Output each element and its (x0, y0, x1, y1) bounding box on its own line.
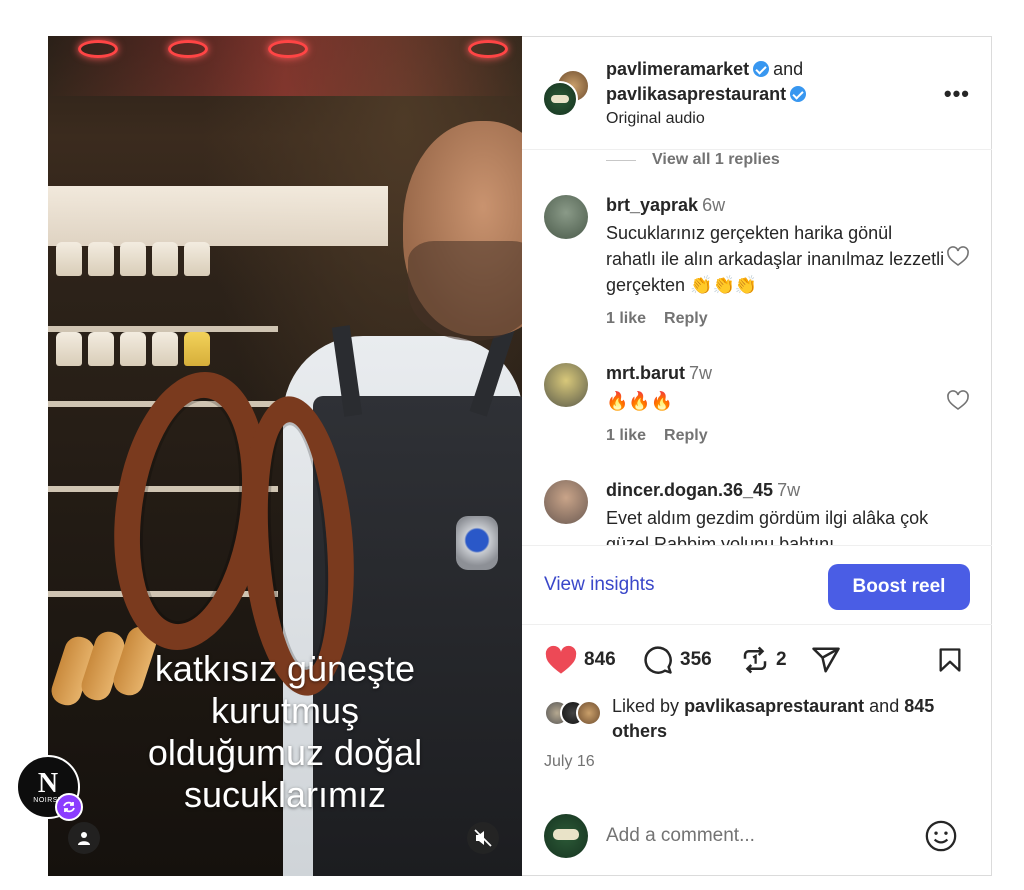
liked-by-user[interactable]: pavlikasaprestaurant (684, 696, 864, 716)
and-text: and (773, 59, 804, 79)
post-panel: pavlimeramarket and pavlikasaprestaurant … (522, 36, 992, 876)
emoji-icon[interactable] (924, 819, 958, 853)
verified-icon (790, 86, 807, 102)
person-icon (78, 832, 90, 845)
insights-bar: View insights Boost reel (522, 545, 992, 625)
view-insights-link[interactable]: View insights (544, 574, 655, 596)
comment-text: Sucuklarınız gerçekten harika gönül raha… (606, 223, 945, 295)
heart-outline-icon[interactable] (946, 245, 970, 269)
neon-sign (48, 36, 522, 96)
sync-icon[interactable] (55, 793, 83, 821)
comment-likes[interactable]: 1 like (606, 427, 646, 444)
more-options-button[interactable]: ••• (944, 81, 970, 107)
comment-header: dincer.dogan.36_45 7w (606, 480, 800, 501)
like-action[interactable]: 846 (544, 645, 616, 675)
person-beard (408, 241, 522, 341)
avatar[interactable] (544, 363, 588, 407)
avatar[interactable] (544, 195, 588, 239)
comment-input[interactable] (606, 822, 906, 850)
collab-avatars[interactable] (542, 69, 592, 119)
boost-reel-button[interactable]: Boost reel (828, 564, 970, 610)
liked-by-text: Liked by pavlikasaprestaurant and 845 ot… (612, 694, 982, 744)
audio-link[interactable]: Original audio (606, 110, 705, 128)
comment-meta: 1 like Reply (606, 310, 708, 328)
badge-letter: N (37, 767, 59, 799)
paper-plane-icon (812, 647, 840, 673)
comment-meta: 1 like Reply (606, 427, 708, 445)
comment-likes[interactable]: 1 like (606, 310, 646, 327)
comment-username[interactable]: mrt.barut (606, 363, 685, 383)
avatar[interactable] (544, 480, 588, 524)
comment-time: 6w (702, 195, 726, 215)
reply-button[interactable]: Reply (664, 310, 708, 327)
comment-username[interactable]: dincer.dogan.36_45 (606, 480, 773, 500)
verified-icon (753, 61, 770, 77)
account-name-1: pavlimeramarket and (606, 59, 803, 80)
comment-count: 356 (680, 649, 712, 670)
comment-time: 7w (777, 480, 801, 500)
shelf-light (48, 186, 388, 246)
avatar (576, 700, 602, 726)
liked-by-avatars[interactable] (544, 700, 608, 726)
caption-line: sucuklarımız (183, 774, 387, 815)
comment-bubble-icon (644, 646, 672, 674)
mute-button[interactable] (467, 822, 499, 854)
caption-line: olduğumuz doğal (147, 732, 423, 773)
comment-header: brt_yaprak 6w (606, 195, 725, 216)
avatar (544, 814, 588, 858)
repost-count: 2 (776, 649, 787, 670)
liked-by-and: and (869, 696, 900, 716)
post-header: pavlimeramarket and pavlikasaprestaurant … (522, 37, 992, 150)
avatar (542, 81, 578, 117)
like-count: 846 (584, 649, 616, 670)
comment-header: mrt.barut 7w (606, 363, 712, 384)
reply-divider (606, 159, 636, 161)
speaker-muted-icon (474, 829, 492, 847)
account-name-2: pavlikasaprestaurant (606, 84, 807, 105)
view-replies-label: View all 1 replies (652, 151, 780, 168)
share-action[interactable] (810, 645, 848, 675)
heart-filled-icon (545, 645, 577, 674)
comment-time: 7w (689, 363, 713, 383)
save-action[interactable] (936, 645, 970, 675)
comment-text: 🔥🔥🔥 (606, 391, 674, 411)
reply-button[interactable]: Reply (664, 427, 708, 444)
tagged-people-button[interactable] (68, 822, 100, 854)
comment-text: Evet aldım gezdim gördüm ilgi alâka çok … (606, 508, 929, 545)
heart-outline-icon[interactable] (946, 389, 970, 413)
add-comment-bar (522, 797, 992, 877)
caption-line: kurutmuş (210, 690, 360, 731)
account-link[interactable]: pavlimeramarket (606, 59, 749, 79)
account-link[interactable]: pavlikasaprestaurant (606, 84, 786, 104)
comments-list[interactable]: View all 1 replies brt_yaprak 6w Sucuklar… (522, 150, 992, 545)
bookmark-icon (939, 648, 961, 672)
comment-action[interactable]: 356 (642, 645, 712, 675)
liked-by-prefix: Liked by (612, 696, 680, 716)
view-replies-link[interactable]: View all 1 replies (606, 150, 780, 170)
video-caption: katkısız güneşte kurutmuş olduğumuz doğa… (48, 648, 522, 816)
comment-username[interactable]: brt_yaprak (606, 195, 698, 215)
repost-icon (743, 646, 767, 674)
action-bar: 846 356 2 (522, 625, 992, 685)
wristwatch (456, 516, 498, 570)
caption-line: katkısız güneşte (154, 648, 416, 689)
post-date[interactable]: July 16 (544, 753, 595, 771)
repost-action[interactable]: 2 (740, 645, 787, 675)
